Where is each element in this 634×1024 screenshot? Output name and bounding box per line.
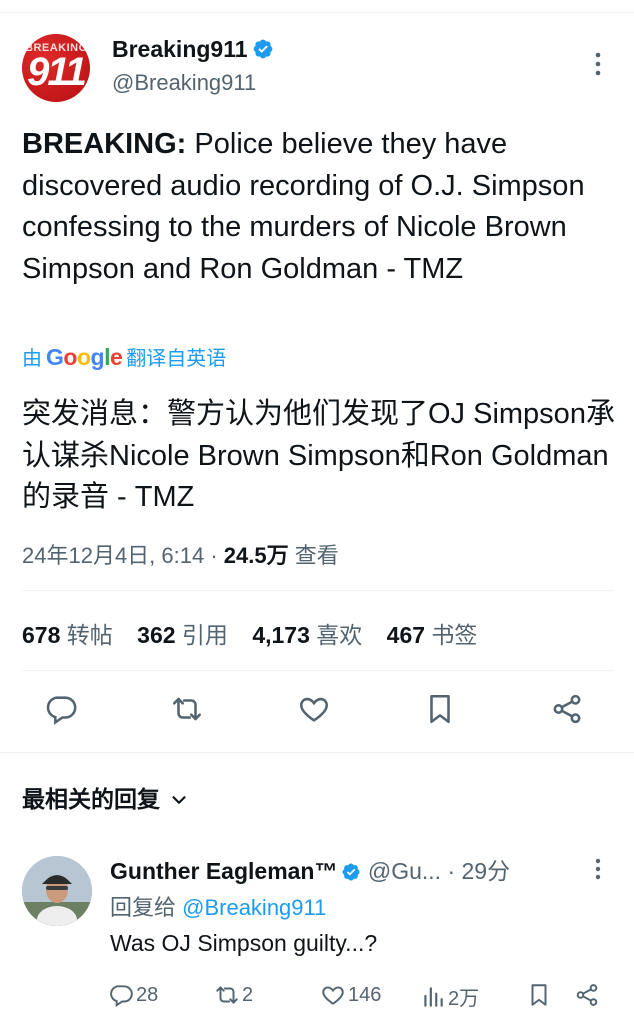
reply-likes-count: 146 bbox=[348, 983, 382, 1006]
reply-icon bbox=[46, 696, 77, 725]
google-logo-o2: o bbox=[76, 344, 91, 370]
reply-reply-button[interactable]: 28 bbox=[108, 982, 158, 1008]
google-logo-g1: G bbox=[46, 344, 64, 370]
replies-sort-dropdown[interactable]: 最相关的回复 bbox=[22, 780, 190, 814]
stat-label: 喜欢 bbox=[316, 622, 363, 648]
chevron-down-icon bbox=[172, 796, 186, 804]
reply-reposts-count: 2 bbox=[242, 983, 254, 1006]
engagement-stats: 678 转帖 362 引用 4,173 喜欢 467 书签 bbox=[22, 616, 495, 650]
stat-reposts[interactable]: 678 转帖 bbox=[22, 622, 113, 648]
verified-badge-icon bbox=[253, 39, 272, 59]
google-logo-g2: g bbox=[90, 344, 105, 370]
stat-quotes[interactable]: 362 引用 bbox=[137, 622, 228, 648]
author-name-text[interactable]: Breaking911 bbox=[112, 36, 248, 62]
views-chart-icon bbox=[424, 986, 443, 1007]
share-button[interactable] bbox=[550, 692, 590, 732]
bookmark-icon bbox=[430, 694, 450, 724]
heart-icon bbox=[300, 697, 328, 722]
translation-attribution[interactable]: 由 Google 翻译自英语 bbox=[22, 342, 226, 371]
top-divider bbox=[0, 12, 634, 13]
google-logo-e: e bbox=[109, 344, 123, 370]
verified-badge-icon bbox=[342, 863, 361, 881]
reply-views-button[interactable]: 2万 bbox=[420, 982, 479, 1011]
repost-button[interactable] bbox=[170, 692, 210, 732]
divider bbox=[22, 590, 614, 591]
reply-repost-button[interactable]: 2 bbox=[214, 982, 253, 1008]
repost-icon bbox=[216, 986, 238, 1004]
reply-author-handle[interactable]: @Gu... bbox=[368, 858, 441, 884]
heart-icon bbox=[322, 986, 344, 1005]
tweet-text: BREAKING: Police believe they have disco… bbox=[22, 124, 618, 290]
share-icon bbox=[553, 694, 581, 724]
reply-share-button[interactable] bbox=[574, 982, 602, 1008]
reply-replies-count: 28 bbox=[136, 983, 159, 1006]
views-label: 查看 bbox=[294, 543, 339, 568]
google-logo-o1: o bbox=[63, 344, 77, 370]
translated-text: 突发消息：警方认为他们发现了OJ Simpson承认谋杀Nicole Brown… bbox=[22, 398, 615, 513]
stat-bookmarks[interactable]: 467 书签 bbox=[387, 622, 478, 648]
stat-label: 书签 bbox=[431, 622, 478, 648]
reply-author-avatar[interactable] bbox=[22, 856, 92, 926]
stat-count: 467 bbox=[386, 622, 426, 648]
bookmark-button[interactable] bbox=[423, 692, 463, 732]
author-avatar[interactable]: BREAKING 911 bbox=[22, 34, 90, 102]
replying-to-prefix: 回复给 bbox=[110, 895, 183, 920]
reply-text: Was OJ Simpson guilty...? bbox=[110, 930, 378, 956]
reply-author[interactable]: Gunther Eagleman™ @Gu... · 29分 bbox=[110, 852, 510, 886]
google-logo: Google bbox=[46, 344, 123, 370]
translation-prefix: 由 bbox=[22, 348, 42, 370]
stat-count: 362 bbox=[137, 622, 176, 648]
reply-like-button[interactable]: 146 bbox=[320, 982, 381, 1008]
divider bbox=[22, 670, 614, 671]
reply-more-options-icon[interactable] bbox=[590, 856, 606, 882]
reply-time[interactable]: · 29分 bbox=[447, 858, 510, 884]
like-button[interactable] bbox=[297, 692, 337, 732]
reply-bookmark-button[interactable] bbox=[526, 982, 554, 1008]
divider bbox=[0, 752, 634, 753]
reply-button[interactable] bbox=[44, 692, 84, 732]
replies-sort-label: 最相关的回复 bbox=[22, 786, 160, 812]
tweet-text-bold: BREAKING: bbox=[22, 128, 187, 160]
repost-icon bbox=[172, 697, 202, 721]
author-name[interactable]: Breaking911 bbox=[112, 36, 274, 63]
stat-likes[interactable]: 4,173 喜欢 bbox=[252, 622, 362, 648]
replying-to: 回复给 @Breaking911 bbox=[110, 890, 326, 922]
stat-count: 4,173 bbox=[252, 622, 310, 648]
tweet-meta: 24年12月4日, 6:14 · 24.5万 查看 bbox=[22, 543, 339, 568]
timestamp[interactable]: 24年12月4日, 6:14 bbox=[22, 543, 204, 568]
reply-icon bbox=[110, 985, 133, 1008]
author-handle[interactable]: @Breaking911 bbox=[112, 70, 256, 96]
stat-label: 转帖 bbox=[66, 622, 113, 648]
bookmark-icon bbox=[531, 984, 547, 1006]
more-options-icon[interactable] bbox=[590, 50, 606, 78]
translation-suffix: 翻译自英语 bbox=[126, 348, 227, 370]
stat-count: 678 bbox=[22, 622, 61, 648]
avatar-photo bbox=[22, 856, 92, 926]
replying-to-handle[interactable]: @Breaking911 bbox=[182, 895, 326, 920]
reply-views-count: 2万 bbox=[448, 988, 480, 1010]
avatar-logo-main: 911 bbox=[27, 50, 87, 94]
stat-label: 引用 bbox=[181, 622, 228, 648]
views-count: 24.5万 bbox=[223, 543, 289, 568]
reply-author-name[interactable]: Gunther Eagleman™ bbox=[110, 858, 337, 884]
share-icon bbox=[576, 984, 598, 1006]
